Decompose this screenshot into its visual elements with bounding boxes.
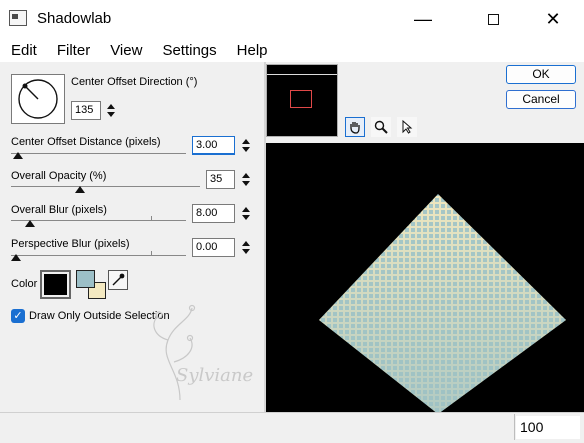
viewport-rectangle[interactable]: [290, 90, 312, 108]
menu-help[interactable]: Help: [226, 42, 277, 59]
perspective-blur-slider-thumb[interactable]: [11, 254, 21, 261]
menu-edit[interactable]: Edit: [0, 42, 46, 59]
distance-label: Center Offset Distance (pixels): [11, 136, 161, 148]
color-label: Color: [11, 278, 38, 290]
direction-label: Center Offset Direction (°): [71, 76, 198, 88]
minimize-button[interactable]: —: [400, 0, 446, 38]
window-title: Shadowlab: [37, 10, 112, 27]
distance-input[interactable]: 3.00: [192, 136, 235, 155]
blur-slider-tick: [151, 216, 152, 220]
ok-button[interactable]: OK: [506, 65, 576, 84]
blur-label: Overall Blur (pixels): [11, 204, 107, 216]
eyedropper-button[interactable]: [108, 270, 128, 290]
opacity-label: Overall Opacity (%): [11, 170, 107, 182]
eyedropper-icon: [112, 273, 125, 286]
arrow-icon: [402, 119, 413, 134]
direction-dial[interactable]: [11, 74, 65, 124]
blur-slider-track[interactable]: [11, 220, 186, 221]
close-button[interactable]: ✕: [530, 0, 576, 38]
preview-image: [319, 194, 566, 412]
app-icon: [9, 10, 27, 26]
blur-spinner[interactable]: [240, 204, 252, 223]
draw-outside-checkbox[interactable]: ✓: [11, 309, 25, 323]
menu-bar: Edit Filter View Settings Help: [0, 38, 584, 62]
zoom-tool-button[interactable]: [371, 117, 391, 137]
preview-canvas[interactable]: [266, 143, 584, 412]
watermark-text: Sylviane: [176, 365, 254, 386]
menu-view[interactable]: View: [99, 42, 151, 59]
perspective-blur-spinner[interactable]: [240, 238, 252, 257]
menu-filter[interactable]: Filter: [46, 42, 99, 59]
zoom-level[interactable]: 100: [516, 416, 580, 439]
foreground-color-swatch[interactable]: [76, 270, 95, 288]
overview-thumbnail[interactable]: [266, 64, 338, 137]
distance-slider-track[interactable]: [11, 153, 186, 154]
hand-tool-button[interactable]: [345, 117, 365, 137]
cancel-button[interactable]: Cancel: [506, 90, 576, 109]
opacity-slider-track[interactable]: [11, 186, 200, 187]
blur-input[interactable]: 8.00: [192, 204, 235, 223]
status-bar: [0, 412, 584, 443]
opacity-slider-thumb[interactable]: [75, 186, 85, 193]
pointer-tool-button[interactable]: [397, 117, 417, 137]
menu-settings[interactable]: Settings: [151, 42, 225, 59]
perspective-blur-input[interactable]: 0.00: [192, 238, 235, 257]
distance-spinner[interactable]: [240, 136, 252, 155]
blur-slider-thumb[interactable]: [25, 220, 35, 227]
opacity-input[interactable]: 35: [206, 170, 235, 189]
dial-icon: [18, 79, 58, 119]
distance-slider-thumb[interactable]: [13, 152, 23, 159]
zoom-icon: [374, 120, 388, 134]
watermark-flourish: [153, 304, 196, 401]
shadow-color-swatch[interactable]: [40, 270, 71, 299]
perspective-blur-label: Perspective Blur (pixels): [11, 238, 130, 250]
maximize-icon: [487, 13, 499, 25]
perspective-blur-slider-track[interactable]: [11, 255, 186, 256]
opacity-spinner[interactable]: [240, 170, 252, 189]
direction-spinner[interactable]: [105, 101, 117, 120]
status-divider: [514, 414, 515, 440]
direction-input[interactable]: 135: [71, 101, 101, 120]
maximize-button[interactable]: [470, 0, 516, 38]
hand-icon: [350, 122, 360, 134]
perspective-blur-slider-tick: [151, 251, 152, 255]
